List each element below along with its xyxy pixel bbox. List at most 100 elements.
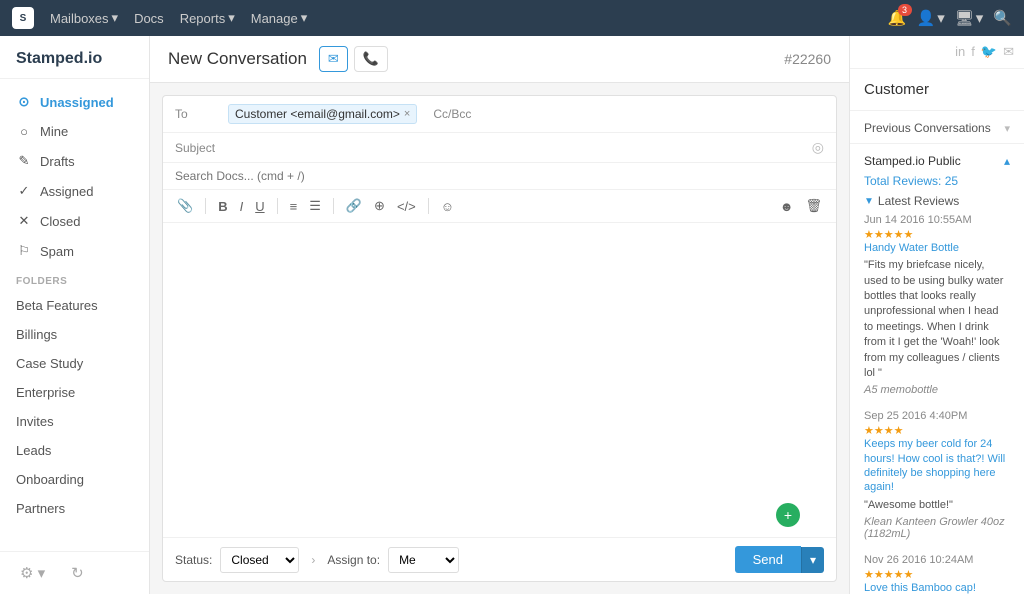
arrow-icon: › xyxy=(311,553,315,567)
docs-nav[interactable]: Docs xyxy=(134,11,164,26)
toolbar-separator-2 xyxy=(277,198,278,214)
sidebar-folder-leads[interactable]: Leads xyxy=(0,436,149,465)
remove-recipient-button[interactable]: × xyxy=(404,108,410,120)
linkedin-icon[interactable]: in xyxy=(955,44,965,60)
message-icon[interactable]: ✉ xyxy=(1003,44,1014,60)
sidebar-item-drafts[interactable]: ✎ Drafts xyxy=(0,146,149,176)
add-emoji-button[interactable]: + xyxy=(776,503,800,527)
facebook-icon[interactable]: f xyxy=(971,44,975,60)
total-reviews-row: Total Reviews: 25 xyxy=(864,174,1010,188)
compose-to-row: To Customer <email@gmail.com> × Cc/Bcc xyxy=(163,96,836,133)
review-text-1: "Fits my briefcase nicely, used to be us… xyxy=(864,258,1010,381)
review-title-2[interactable]: Keeps my beer cold for 24 hours! How coo… xyxy=(864,437,1010,494)
sidebar-item-mine[interactable]: ○ Mine xyxy=(0,117,149,146)
top-navigation: S Mailboxes ▾ Docs Reports ▾ Manage ▾ 🔔 … xyxy=(0,0,1024,36)
total-reviews-count[interactable]: 25 xyxy=(945,174,958,188)
search-button[interactable]: 🔍 xyxy=(993,9,1012,27)
closed-icon: ✕ xyxy=(16,213,32,229)
sidebar-folder-invites[interactable]: Invites xyxy=(0,407,149,436)
underline-button[interactable]: U xyxy=(251,197,268,216)
app-body: Stamped.io ⊙ Unassigned ○ Mine ✎ Drafts … xyxy=(0,36,1024,594)
ordered-list-button[interactable]: ☰ xyxy=(305,196,325,216)
recipient-email: Customer <email@gmail.com> xyxy=(235,107,400,121)
delete-button[interactable]: 🗑 xyxy=(801,196,826,216)
sidebar-folder-partners[interactable]: Partners xyxy=(0,494,149,523)
assign-select[interactable]: Me Others xyxy=(388,547,459,573)
sidebar-folder-case-study[interactable]: Case Study xyxy=(0,349,149,378)
main-content: New Conversation ✉ 📞 #22260 To Customer … xyxy=(150,36,849,594)
status-label: Status: xyxy=(175,553,212,567)
latest-reviews-toggle[interactable]: ▼ Latest Reviews xyxy=(864,194,1010,208)
sidebar-brand: Stamped.io xyxy=(0,36,149,79)
attachment-button[interactable]: 📎 xyxy=(173,196,197,216)
sidebar: Stamped.io ⊙ Unassigned ○ Mine ✎ Drafts … xyxy=(0,36,150,594)
latest-reviews-arrow: ▼ xyxy=(864,196,874,207)
compose-body[interactable]: + xyxy=(163,223,836,537)
account-menu[interactable]: 👤 ▾ xyxy=(917,9,945,27)
subject-input[interactable] xyxy=(220,140,812,155)
emoji-reaction-button[interactable]: ☻ xyxy=(776,197,798,216)
conversation-header: New Conversation ✉ 📞 #22260 xyxy=(150,36,849,83)
twitter-icon[interactable]: 🐦 xyxy=(981,44,997,60)
email-channel-button[interactable]: ✉ xyxy=(319,46,348,72)
manage-nav[interactable]: Manage ▾ xyxy=(251,10,308,26)
recipient-chip: Customer <email@gmail.com> × xyxy=(228,104,417,124)
review-item-3: Nov 26 2016 10:24AM ★★★★★ Love this Bamb… xyxy=(864,554,1010,594)
status-select[interactable]: Closed Open Pending xyxy=(220,547,299,573)
refresh-button[interactable]: ↻ xyxy=(63,560,92,586)
italic-button[interactable]: I xyxy=(236,197,248,216)
bold-button[interactable]: B xyxy=(214,197,231,216)
link-button[interactable]: 🔗 xyxy=(342,196,366,216)
review-date-1: Jun 14 2016 10:55AM xyxy=(864,214,1010,226)
send-button[interactable]: Send xyxy=(735,546,801,573)
review-title-3[interactable]: Love this Bamboo cap! xyxy=(864,581,1010,594)
mailboxes-nav[interactable]: Mailboxes ▾ xyxy=(50,10,118,26)
settings-button[interactable]: ⚙ ▾ xyxy=(12,560,53,586)
assigned-icon: ✓ xyxy=(16,183,32,199)
notification-badge: 3 xyxy=(898,4,912,16)
right-panel: in f 🐦 ✉ Customer Previous Conversations… xyxy=(849,36,1024,594)
insert-button[interactable]: ⊕ xyxy=(370,196,389,216)
sidebar-folder-billings[interactable]: Billings xyxy=(0,320,149,349)
send-button-group: Send ▾ xyxy=(735,546,824,573)
unordered-list-button[interactable]: ≡ xyxy=(286,197,302,216)
subject-icon: ◎ xyxy=(812,139,824,156)
sidebar-item-spam[interactable]: ⚐ Spam xyxy=(0,236,149,266)
toolbar-separator-4 xyxy=(428,198,429,214)
folders-section-label: FOLDERS xyxy=(0,266,149,291)
sidebar-nav: ⊙ Unassigned ○ Mine ✎ Drafts ✓ Assigned … xyxy=(0,79,149,551)
assign-to-label: Assign to: xyxy=(327,553,380,567)
sidebar-folder-enterprise[interactable]: Enterprise xyxy=(0,378,149,407)
sidebar-item-assigned[interactable]: ✓ Assigned xyxy=(0,176,149,206)
sidebar-item-unassigned[interactable]: ⊙ Unassigned xyxy=(0,87,149,117)
search-icon: 🔍 xyxy=(993,9,1012,27)
review-item-1: Jun 14 2016 10:55AM ★★★★★ Handy Water Bo… xyxy=(864,214,1010,396)
sidebar-folder-onboarding[interactable]: Onboarding xyxy=(0,465,149,494)
search-docs-input[interactable] xyxy=(175,169,824,183)
monitor-icon: 🖥 xyxy=(955,9,974,27)
code-button[interactable]: </> xyxy=(393,197,420,216)
toolbar-separator-3 xyxy=(333,198,334,214)
compose-editor[interactable] xyxy=(175,233,824,313)
emoji-picker-button[interactable]: ☺ xyxy=(437,197,458,216)
notifications-button[interactable]: 🔔 3 xyxy=(888,9,907,27)
reviews-section: Stamped.io Public ▴ Total Reviews: 25 ▼ … xyxy=(850,144,1024,594)
compose-toolbar: 📎 B I U ≡ ☰ 🔗 ⊕ </> ☺ ☻ 🗑 xyxy=(163,190,836,223)
sidebar-folder-beta[interactable]: Beta Features xyxy=(0,291,149,320)
reviews-collapse-icon[interactable]: ▴ xyxy=(1004,154,1010,168)
reports-nav[interactable]: Reports ▾ xyxy=(180,10,235,26)
review-date-3: Nov 26 2016 10:24AM xyxy=(864,554,1010,566)
review-product-2: Klean Kanteen Growler 40oz (1182mL) xyxy=(864,516,1010,540)
nav-icons: 🔔 3 👤 ▾ 🖥 ▾ 🔍 xyxy=(888,9,1012,27)
view-menu[interactable]: 🖥 ▾ xyxy=(955,9,984,27)
sidebar-item-closed[interactable]: ✕ Closed xyxy=(0,206,149,236)
mine-icon: ○ xyxy=(16,124,32,139)
send-dropdown-button[interactable]: ▾ xyxy=(801,547,824,573)
cc-bcc-button[interactable]: Cc/Bcc xyxy=(433,107,471,121)
compose-search-row xyxy=(163,163,836,190)
phone-channel-button[interactable]: 📞 xyxy=(354,46,388,72)
review-stars-3: ★★★★★ xyxy=(864,568,1010,581)
review-title-1[interactable]: Handy Water Bottle xyxy=(864,241,1010,255)
prev-conversations-collapse-icon[interactable]: ▾ xyxy=(1004,122,1010,135)
reviews-brand-header: Stamped.io Public ▴ xyxy=(864,154,1010,168)
